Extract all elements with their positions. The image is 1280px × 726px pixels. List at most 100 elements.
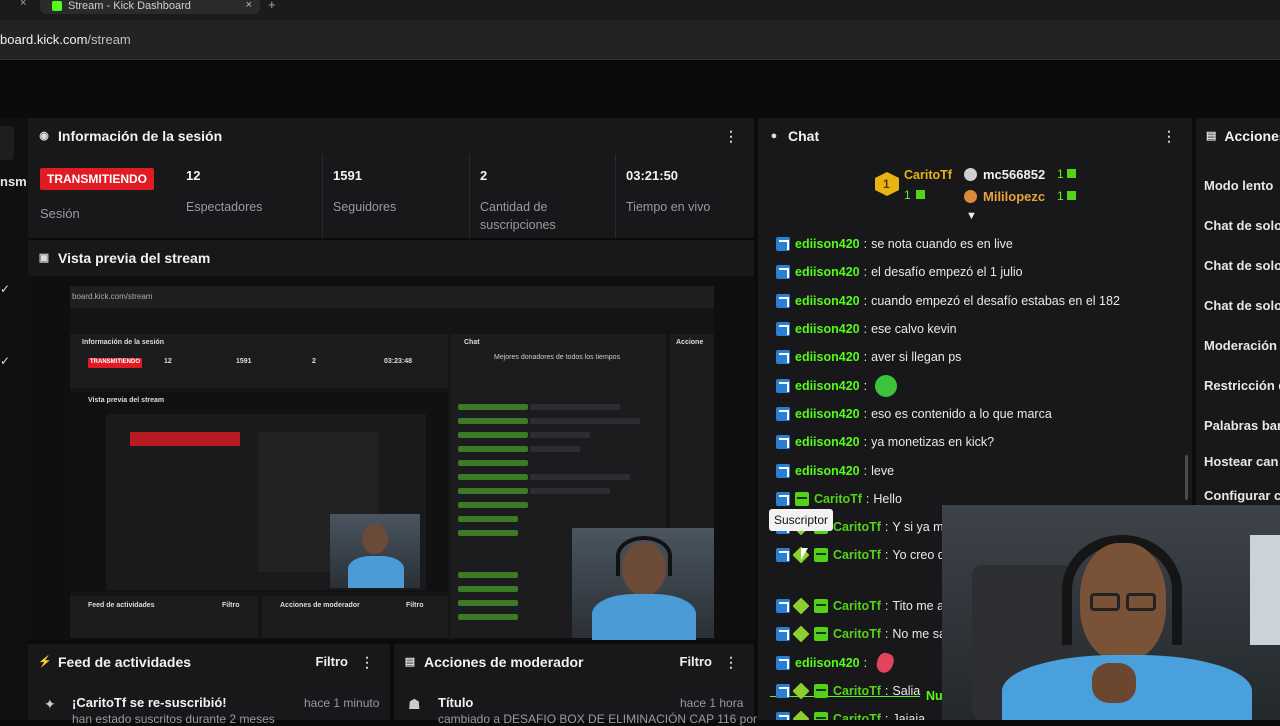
moderator-badge-icon[interactable]	[776, 463, 790, 478]
emote-icon	[875, 374, 898, 397]
more-options-icon[interactable]: ⋮	[724, 654, 738, 671]
prev-tab-close-icon[interactable]: ×	[20, 0, 26, 9]
action-item[interactable]: Modo lento	[1204, 178, 1273, 193]
donor-name[interactable]: CaritoTf	[904, 168, 952, 182]
chat-scrollbar[interactable]	[1185, 455, 1188, 500]
gift-icon	[1067, 169, 1076, 178]
chat-message[interactable]: ediison420: aver si llegan ps	[758, 343, 1192, 371]
moderator-badge-icon[interactable]	[776, 599, 790, 614]
subscriber-badge-icon[interactable]	[792, 625, 810, 643]
sidebar-toggle-button[interactable]	[0, 126, 14, 160]
chat-message-text: ese calvo kevin	[871, 322, 957, 337]
chat-username[interactable]: CaritoTf	[833, 520, 881, 534]
moderator-badge-icon[interactable]	[776, 627, 790, 642]
chat-username[interactable]: ediison420	[795, 294, 860, 308]
action-item[interactable]: Chat de solo	[1204, 258, 1280, 273]
action-item[interactable]: Moderación	[1204, 338, 1277, 353]
filter-button[interactable]: Filtro	[316, 654, 349, 669]
gift-badge-icon[interactable]	[814, 712, 828, 720]
chat-message[interactable]: ediison420: ya monetizas en kick?	[758, 428, 1192, 456]
moderator-badge-icon[interactable]	[776, 293, 790, 308]
moderator-badge-icon[interactable]	[776, 548, 790, 563]
action-item[interactable]: Chat de solo	[1204, 218, 1280, 233]
moderator-badge-icon[interactable]	[776, 406, 790, 421]
moderator-badge-icon[interactable]	[776, 684, 790, 699]
chat-username[interactable]: CaritoTf	[833, 548, 881, 562]
glasses-left	[1090, 593, 1120, 611]
gift-badge-icon[interactable]	[795, 491, 809, 506]
mini-feed-panel: Feed de actividades Filtro	[70, 596, 258, 638]
action-item[interactable]: Palabras ban	[1204, 418, 1280, 433]
chat-username[interactable]: ediison420	[795, 350, 860, 364]
subscriber-badge-icon[interactable]	[792, 597, 810, 615]
chat-username[interactable]: ediison420	[795, 464, 860, 478]
moderator-badge-icon[interactable]	[776, 435, 790, 450]
stream-preview-video[interactable]: board.kick.com/stream Información de la …	[28, 276, 754, 640]
donor-count: 1	[904, 188, 911, 202]
chat-username[interactable]: CaritoTf	[814, 492, 862, 506]
action-item[interactable]: Chat de solo	[1204, 298, 1280, 313]
chat-message-text: Salia	[892, 684, 921, 699]
chat-username[interactable]: CaritoTf	[833, 712, 881, 720]
gift-badge-icon[interactable]	[814, 599, 828, 614]
mouse-cursor-icon	[801, 548, 815, 560]
action-item[interactable]: Hostear can	[1204, 454, 1278, 469]
chat-username[interactable]: CaritoTf	[833, 627, 881, 641]
chat-message[interactable]: ediison420: ese calvo kevin	[758, 315, 1192, 343]
gift-badge-icon[interactable]	[814, 627, 828, 642]
chat-username[interactable]: ediison420	[795, 656, 860, 670]
gift-badge-icon[interactable]	[814, 684, 828, 699]
moderator-badge-icon[interactable]	[776, 491, 790, 506]
stat-value: 2	[480, 168, 488, 183]
colon: :	[863, 655, 868, 670]
moderator-badge-icon[interactable]	[776, 322, 790, 337]
user-edit-icon: ☗	[408, 696, 421, 712]
chat-username[interactable]: ediison420	[795, 322, 860, 336]
colon: :	[884, 599, 889, 614]
check-icon: ✓	[0, 354, 11, 368]
donor-name[interactable]: Mililopezc	[983, 189, 1045, 204]
chat-username[interactable]: ediison420	[795, 265, 860, 279]
subscriber-badge-icon[interactable]	[792, 682, 810, 700]
action-item[interactable]: Configurar c	[1204, 488, 1280, 503]
colon: :	[884, 627, 889, 642]
moderator-badge-icon[interactable]	[776, 378, 790, 393]
chat-message[interactable]: ediison420: se nota cuando es en live	[758, 230, 1192, 258]
tab-kick-dashboard[interactable]: Stream - Kick Dashboard ×	[40, 0, 260, 14]
chat-message-text: aver si llegan ps	[871, 350, 962, 365]
moderator-badge-icon[interactable]	[776, 712, 790, 720]
moderator-badge-icon[interactable]	[776, 265, 790, 280]
donor-name[interactable]: mc566852	[983, 167, 1045, 182]
chat-message[interactable]: ediison420: el desafío empezó el 1 julio	[758, 258, 1192, 286]
action-item[interactable]: Restricción d	[1204, 378, 1280, 393]
colon: :	[884, 712, 889, 720]
more-options-icon[interactable]: ⋮	[1162, 128, 1176, 145]
new-tab-button[interactable]: +	[268, 0, 276, 12]
chat-message[interactable]: ediison420: cuando empezó el desafío esta…	[758, 287, 1192, 315]
chat-username[interactable]: CaritoTf	[833, 684, 881, 698]
moderator-badge-icon[interactable]	[776, 655, 790, 670]
url-text[interactable]: board.kick.com/stream	[0, 32, 131, 47]
mini-address-bar: board.kick.com/stream	[70, 286, 714, 308]
chat-message[interactable]: ediison420: eso es contenido a lo que mar…	[758, 400, 1192, 428]
more-options-icon[interactable]: ⋮	[360, 654, 374, 671]
chat-username[interactable]: ediison420	[795, 435, 860, 449]
address-bar[interactable]: board.kick.com/stream	[0, 20, 1280, 60]
stat-label: Espectadores	[186, 200, 263, 214]
subscriber-badge-icon[interactable]	[792, 710, 810, 720]
resub-icon: ✦	[44, 696, 56, 712]
tab-close-icon[interactable]: ×	[246, 0, 252, 11]
chat-username[interactable]: ediison420	[795, 237, 860, 251]
moderator-badge-icon[interactable]	[776, 237, 790, 252]
chat-username[interactable]: ediison420	[795, 379, 860, 393]
chat-username[interactable]: ediison420	[795, 407, 860, 421]
filter-button[interactable]: Filtro	[680, 654, 713, 669]
chat-message[interactable]: ediison420: leve	[758, 456, 1192, 484]
chat-message[interactable]: ediison420:	[758, 371, 1192, 399]
collapse-icon[interactable]: ▼	[966, 210, 977, 222]
chat-username[interactable]: CaritoTf	[833, 599, 881, 613]
gift-badge-icon[interactable]	[814, 548, 828, 563]
stat-label: Seguidores	[333, 200, 397, 214]
moderator-badge-icon[interactable]	[776, 350, 790, 365]
mini-mod-panel: Acciones de moderador Filtro	[262, 596, 448, 638]
